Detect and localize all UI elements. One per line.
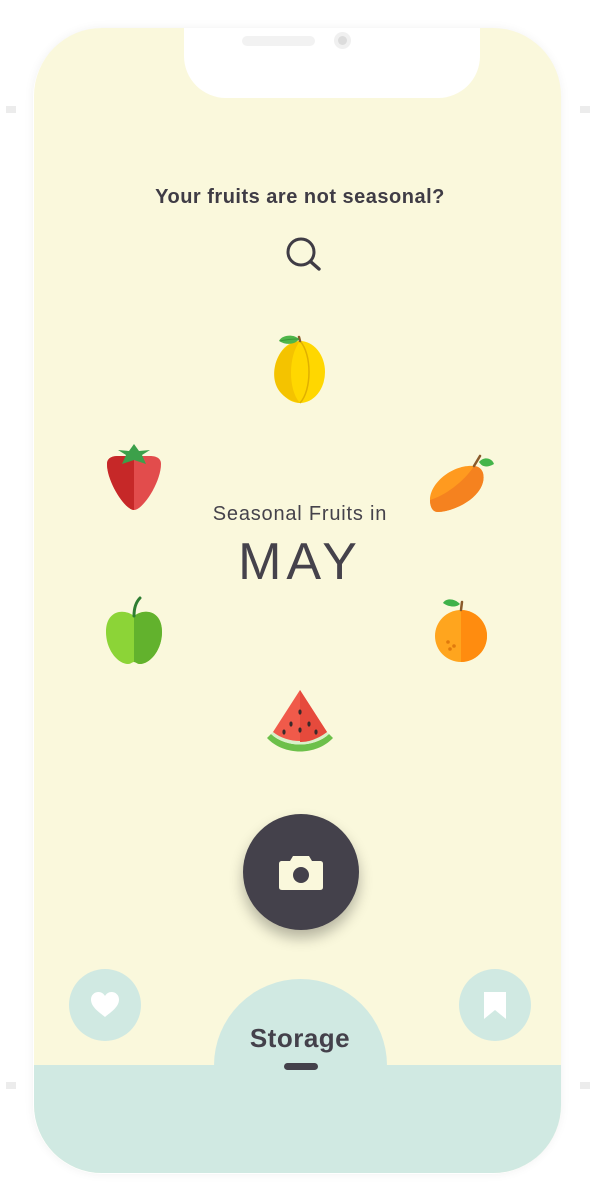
frame-edge-marker xyxy=(6,1082,16,1089)
season-month: MAY xyxy=(238,533,362,591)
frame-edge-marker xyxy=(6,106,16,113)
orange-icon[interactable] xyxy=(426,594,498,666)
camera-icon xyxy=(279,856,323,890)
frame-edge-marker xyxy=(580,1082,590,1089)
favorites-button[interactable] xyxy=(69,969,141,1041)
storage-indicator xyxy=(284,1063,318,1070)
lemon-icon[interactable] xyxy=(264,334,336,406)
device-front-camera xyxy=(334,32,351,49)
saved-button[interactable] xyxy=(459,969,531,1041)
device-notch xyxy=(184,28,480,98)
camera-button[interactable] xyxy=(243,814,359,930)
seasonal-question: Your fruits are not seasonal? xyxy=(155,186,445,208)
apple-icon[interactable] xyxy=(98,596,170,668)
search-icon[interactable] xyxy=(283,234,323,274)
frame-edge-marker xyxy=(580,106,590,113)
season-subtitle: Seasonal Fruits in xyxy=(212,503,388,525)
device-speaker xyxy=(242,36,315,46)
watermelon-icon[interactable] xyxy=(264,686,336,758)
heart-icon xyxy=(91,992,119,1017)
bookmark-icon xyxy=(484,992,506,1019)
storage-label[interactable]: Storage xyxy=(214,1023,386,1054)
